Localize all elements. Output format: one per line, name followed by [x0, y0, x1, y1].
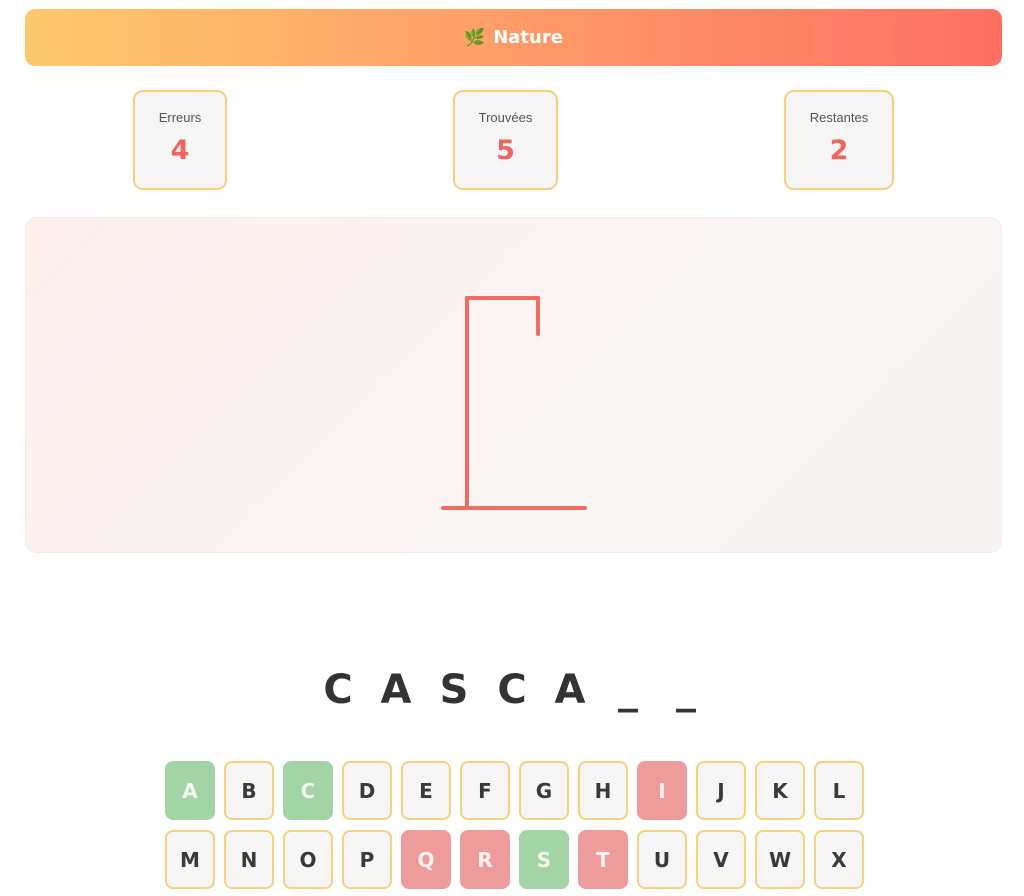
- key-l[interactable]: L: [814, 761, 864, 820]
- word-letter: C: [323, 667, 353, 713]
- key-x[interactable]: X: [814, 830, 864, 889]
- found-label: Trouvées: [478, 110, 533, 125]
- hangman-drawing-area: [25, 217, 1002, 553]
- word-letter: S: [439, 667, 469, 713]
- key-s[interactable]: S: [519, 830, 569, 889]
- found-stat: Trouvées 5: [453, 90, 558, 190]
- key-k[interactable]: K: [755, 761, 805, 820]
- key-v[interactable]: V: [696, 830, 746, 889]
- key-h[interactable]: H: [578, 761, 628, 820]
- gallows-drawing: [441, 296, 587, 510]
- errors-label: Erreurs: [158, 110, 202, 125]
- key-p[interactable]: P: [342, 830, 392, 889]
- key-j[interactable]: J: [696, 761, 746, 820]
- key-n[interactable]: N: [224, 830, 274, 889]
- found-value: 5: [496, 135, 515, 166]
- key-r[interactable]: R: [460, 830, 510, 889]
- category-banner: 🌿 Nature: [25, 9, 1002, 66]
- leaf-icon: 🌿: [464, 27, 486, 48]
- category-title: Nature: [493, 27, 563, 48]
- remaining-value: 2: [829, 135, 849, 166]
- key-c[interactable]: C: [283, 761, 333, 820]
- word-display: C A S C A _ _: [0, 667, 1024, 723]
- key-d[interactable]: D: [342, 761, 392, 820]
- key-a[interactable]: A: [165, 761, 215, 820]
- key-w[interactable]: W: [755, 830, 805, 889]
- key-q[interactable]: Q: [401, 830, 451, 889]
- remaining-stat: Restantes 2: [784, 90, 894, 190]
- key-g[interactable]: G: [519, 761, 569, 820]
- key-o[interactable]: O: [283, 830, 333, 889]
- word-letter: C: [497, 667, 527, 713]
- key-m[interactable]: M: [165, 830, 215, 889]
- key-f[interactable]: F: [460, 761, 510, 820]
- word-letter: A: [380, 667, 412, 713]
- keyboard-row-2: M N O P Q R S T U V W X: [165, 830, 864, 889]
- remaining-label: Restantes: [809, 110, 869, 125]
- key-e[interactable]: E: [401, 761, 451, 820]
- key-b[interactable]: B: [224, 761, 274, 820]
- errors-value: 4: [170, 135, 190, 166]
- errors-stat: Erreurs 4: [133, 90, 227, 190]
- word-letter: A: [554, 667, 586, 713]
- keyboard-row-1: A B C D E F G H I J K L: [165, 761, 864, 820]
- word-blank: _: [676, 667, 696, 713]
- key-t[interactable]: T: [578, 830, 628, 889]
- word-blank: _: [618, 667, 638, 713]
- key-i[interactable]: I: [637, 761, 687, 820]
- key-u[interactable]: U: [637, 830, 687, 889]
